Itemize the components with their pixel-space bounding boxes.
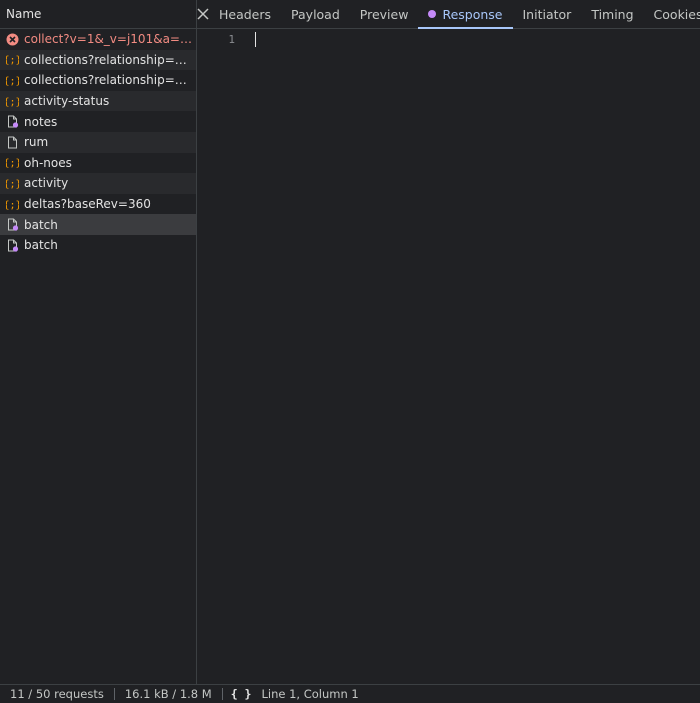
request-row[interactable]: rum xyxy=(0,131,196,153)
tab-label: Timing xyxy=(591,6,634,22)
tab-headers[interactable]: Headers xyxy=(209,0,281,28)
json-icon: {;} xyxy=(6,156,19,169)
request-name: notes xyxy=(24,114,58,129)
tab-label: Initiator xyxy=(522,6,572,22)
close-details-button[interactable] xyxy=(197,0,209,28)
request-name: collections?relationship=writer xyxy=(24,73,196,88)
tab-label: Headers xyxy=(219,6,272,22)
request-row[interactable]: collect?v=1&_v=j101&a=1438... xyxy=(0,29,196,50)
response-dot-icon xyxy=(428,10,437,18)
tab-label: Response xyxy=(442,6,503,22)
status-bar: 11 / 50 requests 16.1 kB / 1.8 M { } Lin… xyxy=(0,684,700,703)
tab-response[interactable]: Response xyxy=(418,0,513,29)
status-divider xyxy=(221,688,223,700)
svg-text:{;}: {;} xyxy=(6,55,19,66)
request-name: activity xyxy=(24,176,69,191)
details-tabbar: Headers Payload Preview Response Initiator Ti… xyxy=(197,0,700,29)
json-icon: {;} xyxy=(6,53,19,66)
cursor-position: Line 1, Column 1 xyxy=(261,687,359,701)
request-row[interactable]: {;} collections?relationship=admin xyxy=(0,49,196,71)
tab-timing[interactable]: Timing xyxy=(581,0,643,28)
text-caret xyxy=(255,32,256,47)
svg-text:{;}: {;} xyxy=(6,179,19,190)
request-name: rum xyxy=(24,135,49,150)
document-preload-icon xyxy=(6,115,19,128)
transfer-size: 16.1 kB / 1.8 M xyxy=(124,687,212,701)
request-list: collect?v=1&_v=j101&a=1438... {;} collecti… xyxy=(0,29,196,256)
line-number: 1 xyxy=(228,33,235,46)
request-name: batch xyxy=(24,217,58,232)
request-name: batch xyxy=(24,238,58,253)
tab-label: Payload xyxy=(291,6,340,22)
svg-text:{;}: {;} xyxy=(6,200,19,211)
json-icon: {;} xyxy=(6,198,19,211)
document-preload-icon xyxy=(6,239,19,252)
request-name: oh-noes xyxy=(24,155,72,170)
json-icon: {;} xyxy=(6,177,19,190)
request-row[interactable]: {;} oh-noes xyxy=(0,153,196,174)
svg-text:{;}: {;} xyxy=(6,158,19,169)
request-name: collect?v=1&_v=j101&a=1438... xyxy=(24,32,196,47)
request-row[interactable]: {;} activity-status xyxy=(0,90,196,112)
tab-preview[interactable]: Preview xyxy=(350,0,419,28)
request-row[interactable]: {;} deltas?baseRev=360 xyxy=(0,194,196,215)
response-editor[interactable]: 1 xyxy=(197,29,700,685)
document-icon xyxy=(6,136,19,149)
request-name: deltas?baseRev=360 xyxy=(24,197,151,212)
svg-text:{;}: {;} xyxy=(6,97,19,108)
request-row[interactable]: batch xyxy=(0,235,196,256)
request-list-panel: Name collect?v=1&_v=j101&a=1438...{;}col… xyxy=(0,0,197,685)
request-row[interactable]: {;} activity xyxy=(0,173,196,194)
document-preload-icon xyxy=(6,218,19,231)
json-icon: {;} xyxy=(6,74,19,87)
request-name: activity-status xyxy=(24,94,110,109)
details-panel: Headers Payload Preview Response Initiator Ti… xyxy=(197,0,700,685)
name-column-header[interactable]: Name xyxy=(0,0,196,29)
request-count: 11 / 50 requests xyxy=(10,687,104,701)
error-icon xyxy=(6,33,19,46)
request-row[interactable]: {;} collections?relationship=writer xyxy=(0,70,196,91)
tab-label: Preview xyxy=(359,6,409,22)
tab-label: Cookies xyxy=(653,6,700,22)
tab-cookies[interactable]: Cookies xyxy=(644,0,700,28)
request-row[interactable]: batch xyxy=(0,214,196,235)
svg-text:{;}: {;} xyxy=(6,76,19,87)
close-icon xyxy=(197,8,209,20)
tab-payload[interactable]: Payload xyxy=(281,0,350,28)
json-icon: {;} xyxy=(6,95,19,108)
pretty-print-icon[interactable]: { } xyxy=(231,687,252,701)
request-row[interactable]: notes xyxy=(0,111,196,132)
tab-initiator[interactable]: Initiator xyxy=(513,0,582,28)
request-name: collections?relationship=admin xyxy=(24,52,196,67)
